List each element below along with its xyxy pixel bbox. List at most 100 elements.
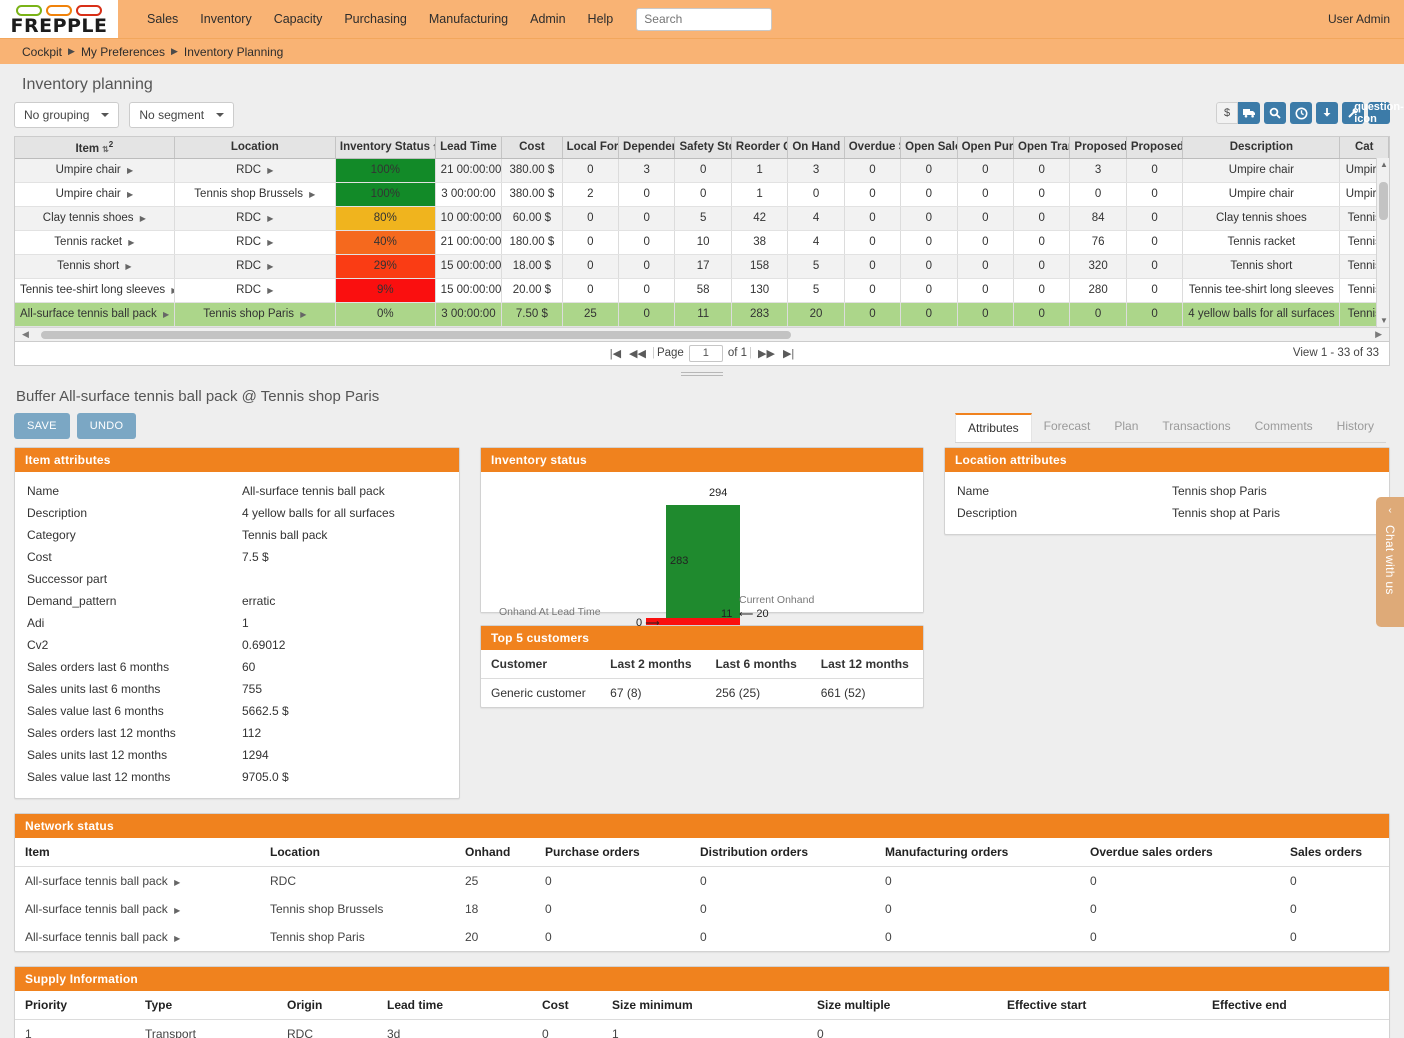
cell-location[interactable]: Tennis shop Paris ▶ — [174, 302, 335, 326]
tab-plan[interactable]: Plan — [1102, 413, 1150, 442]
scroll-left-icon[interactable]: ◀ — [22, 329, 29, 340]
nav-item-admin[interactable]: Admin — [519, 4, 576, 34]
column-header-on-hand[interactable]: On Hand — [788, 137, 844, 158]
tab-attributes[interactable]: Attributes — [955, 413, 1032, 442]
grouping-dropdown[interactable]: No grouping — [14, 102, 119, 128]
vertical-scroll-thumb[interactable] — [1379, 182, 1388, 220]
column-header-open-sales[interactable]: Open Sale — [901, 137, 957, 158]
cell-item[interactable]: All-surface tennis ball pack ▶ — [15, 895, 260, 923]
column-header-manufacturing-orders: Manufacturing orders — [875, 838, 1080, 867]
user-admin-menu[interactable]: User Admin — [1328, 12, 1390, 26]
breadcrumb-item-inventory-planning[interactable]: Inventory Planning — [184, 45, 283, 59]
table-row[interactable]: Clay tennis shoes ▶RDC ▶80%10 00:00:0060… — [15, 206, 1389, 230]
cell-location[interactable]: RDC ▶ — [174, 158, 335, 182]
grid-table: Item⇅2 Location Inventory Status⇅ Lead T… — [15, 137, 1389, 327]
item-attribute-value: 60 — [242, 660, 447, 674]
cell-cost: 380.00 $ — [502, 182, 562, 206]
horizontal-scroll-thumb[interactable] — [41, 331, 791, 339]
nav-item-capacity[interactable]: Capacity — [263, 4, 334, 34]
table-row[interactable]: Tennis tee-shirt long sleeves ▶RDC ▶9%15… — [15, 278, 1389, 302]
cell-location[interactable]: RDC ▶ — [174, 206, 335, 230]
grid-resize-handle[interactable] — [681, 372, 723, 376]
column-header-local-forecast[interactable]: Local For — [562, 137, 618, 158]
scroll-right-icon[interactable]: ▶ — [1375, 329, 1382, 340]
search-icon[interactable] — [1264, 102, 1286, 124]
nav-item-manufacturing[interactable]: Manufacturing — [418, 4, 519, 34]
segment-dropdown[interactable]: No segment — [129, 102, 234, 128]
currency-icon[interactable]: $ — [1216, 102, 1238, 124]
grouping-dropdown-label: No grouping — [24, 108, 89, 122]
column-header-safety-stock[interactable]: Safety Sto — [675, 137, 731, 158]
cell-safety: 11 — [675, 302, 731, 326]
tab-comments[interactable]: Comments — [1243, 413, 1325, 442]
table-row[interactable]: Umpire chair ▶Tennis shop Brussels ▶100%… — [15, 182, 1389, 206]
cell-onhand: 20 — [455, 923, 535, 951]
cell-item[interactable]: Clay tennis shoes ▶ — [15, 206, 174, 230]
grid-vertical-scrollbar[interactable]: ▲ ▼ — [1376, 158, 1389, 327]
cell-item[interactable]: Tennis short ▶ — [15, 254, 174, 278]
column-header-proposed-2[interactable]: Proposed — [1126, 137, 1182, 158]
cell-item[interactable]: All-surface tennis ball pack ▶ — [15, 302, 174, 326]
cell-item[interactable]: Umpire chair ▶ — [15, 182, 174, 206]
table-row[interactable]: Umpire chair ▶RDC ▶100%21 00:00:00380.00… — [15, 158, 1389, 182]
cell-item[interactable]: All-surface tennis ball pack ▶ — [15, 923, 260, 951]
column-header-location[interactable]: Location — [174, 137, 335, 158]
question-icon[interactable]: question-icon — [1368, 102, 1390, 124]
column-header-item[interactable]: Item⇅2 — [15, 137, 174, 158]
cell-item[interactable]: Tennis tee-shirt long sleeves ▶ — [15, 278, 174, 302]
cell-lead-time: 21 00:00:00 — [435, 230, 502, 254]
cell-last-6-months: 256 (25) — [705, 678, 810, 707]
column-header-lead-time[interactable]: Lead Time — [435, 137, 502, 158]
scroll-down-icon[interactable]: ▼ — [1380, 316, 1388, 325]
prev-page-icon[interactable]: ◀◀ — [629, 347, 646, 360]
cell-location[interactable]: RDC ▶ — [174, 254, 335, 278]
breadcrumb-item-my-preferences[interactable]: My Preferences — [81, 45, 165, 59]
tab-history[interactable]: History — [1325, 413, 1386, 442]
clock-icon[interactable] — [1290, 102, 1312, 124]
table-row[interactable]: All-surface tennis ball pack ▶Tennis sho… — [15, 302, 1389, 326]
download-icon[interactable] — [1316, 102, 1338, 124]
last-page-icon[interactable]: ▶| — [783, 347, 794, 360]
column-header-inventory-status[interactable]: Inventory Status⇅ — [335, 137, 435, 158]
chat-with-us-widget[interactable]: ‹ Chat with us — [1376, 497, 1404, 627]
cell-item[interactable]: All-surface tennis ball pack ▶ — [15, 866, 260, 895]
column-header-proposed-1[interactable]: Proposed — [1070, 137, 1126, 158]
cell-item[interactable]: Umpire chair ▶ — [15, 158, 174, 182]
nav-item-inventory[interactable]: Inventory — [189, 4, 262, 34]
nav-item-purchasing[interactable]: Purchasing — [333, 4, 418, 34]
cell-location[interactable]: Tennis shop Brussels ▶ — [174, 182, 335, 206]
page-number-input[interactable] — [689, 345, 723, 362]
first-page-icon[interactable]: |◀ — [610, 347, 621, 360]
nav-item-help[interactable]: Help — [577, 4, 625, 34]
global-search-input[interactable] — [636, 8, 772, 31]
cell-open_tran: 0 — [1014, 230, 1070, 254]
column-header-description[interactable]: Description — [1183, 137, 1340, 158]
table-row[interactable]: Tennis racket ▶RDC ▶40%21 00:00:00180.00… — [15, 230, 1389, 254]
tab-transactions[interactable]: Transactions — [1150, 413, 1242, 442]
table-row[interactable]: Tennis short ▶RDC ▶29%15 00:00:0018.00 $… — [15, 254, 1389, 278]
column-header-reorder-quantity[interactable]: Reorder Q — [731, 137, 787, 158]
cell-onhand: 5 — [788, 254, 844, 278]
frepple-logo[interactable]: FREPPLE — [0, 0, 118, 38]
scroll-up-icon[interactable]: ▲ — [1380, 160, 1388, 169]
column-header-size-minimum: Size minimum — [602, 991, 807, 1020]
column-header-dependent-demand[interactable]: Dependen — [619, 137, 675, 158]
column-header-cost: Cost — [532, 991, 602, 1020]
cell-item[interactable]: Tennis racket ▶ — [15, 230, 174, 254]
column-header-open-transfers[interactable]: Open Tran — [1014, 137, 1070, 158]
cell-location[interactable]: RDC ▶ — [174, 230, 335, 254]
column-header-cost[interactable]: Cost — [502, 137, 562, 158]
truck-icon[interactable] — [1238, 102, 1260, 124]
next-page-icon[interactable]: ▶▶ — [758, 347, 775, 360]
column-header-open-purchases[interactable]: Open Pur — [957, 137, 1013, 158]
cell-overdue-sales-orders: 0 — [1080, 895, 1280, 923]
tab-forecast[interactable]: Forecast — [1032, 413, 1103, 442]
grid-horizontal-scrollbar[interactable]: ◀ ▶ — [15, 327, 1389, 341]
cell-location[interactable]: RDC ▶ — [174, 278, 335, 302]
column-header-category[interactable]: Cat — [1340, 137, 1389, 158]
breadcrumb-item-cockpit[interactable]: Cockpit — [22, 45, 62, 59]
nav-item-sales[interactable]: Sales — [136, 4, 189, 34]
save-button[interactable]: SAVE — [14, 413, 70, 439]
undo-button[interactable]: UNDO — [77, 413, 137, 439]
column-header-overdue-sales[interactable]: Overdue S — [844, 137, 900, 158]
